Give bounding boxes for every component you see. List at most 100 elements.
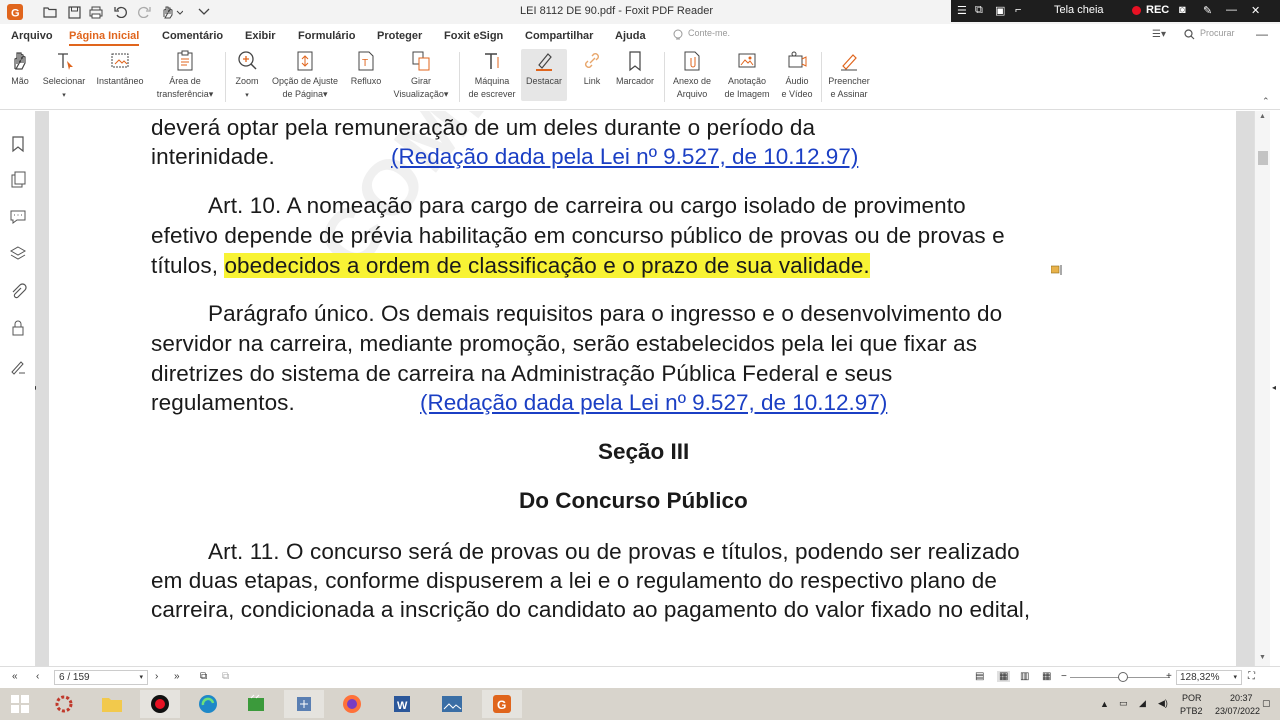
scroll-up-icon[interactable]: ▲ bbox=[1259, 113, 1266, 120]
word-icon[interactable]: W bbox=[382, 690, 422, 718]
pen-icon[interactable]: ✎ bbox=[1203, 4, 1212, 17]
tray-arrow-icon[interactable]: ▲ bbox=[1100, 699, 1109, 709]
last-page-icon[interactable]: » bbox=[174, 671, 180, 682]
image-viewer-icon[interactable] bbox=[432, 690, 472, 718]
search-input[interactable]: Procurar bbox=[1178, 28, 1235, 40]
previous-page-icon[interactable]: ‹ bbox=[36, 671, 39, 682]
windows-icon[interactable]: ⧉ bbox=[975, 4, 983, 17]
open-folder-icon[interactable] bbox=[42, 3, 58, 21]
security-panel-icon[interactable] bbox=[9, 319, 27, 337]
hand-dropdown-icon[interactable] bbox=[160, 3, 184, 21]
save-icon[interactable] bbox=[66, 3, 82, 21]
select-tool-button[interactable]: Selecionar ▾ bbox=[40, 49, 88, 102]
previous-view-icon[interactable]: ⧉ bbox=[200, 671, 207, 682]
zoom-in-icon[interactable]: + bbox=[1166, 671, 1172, 682]
amendment-link[interactable]: (Redação dada pela Lei nº 9.527, de 10.1… bbox=[391, 144, 858, 170]
screen-recorder-icon[interactable] bbox=[140, 690, 180, 718]
close-icon[interactable]: ✕ bbox=[1251, 4, 1260, 17]
layout-options-icon[interactable]: ☰▾ bbox=[1152, 29, 1166, 40]
reflow-button[interactable]: T Refluxo bbox=[347, 49, 385, 88]
zoom-dropdown-icon[interactable]: ▾ bbox=[1233, 671, 1237, 684]
zoom-level-input[interactable]: 128,32% ▾ bbox=[1176, 670, 1242, 685]
volume-icon[interactable]: ◀) bbox=[1158, 698, 1168, 709]
tell-me-input[interactable]: Conte-me. bbox=[670, 28, 742, 43]
pages-panel-icon[interactable] bbox=[9, 171, 27, 189]
scrollbar-thumb[interactable] bbox=[1258, 151, 1268, 165]
single-page-view-icon[interactable]: ▤ bbox=[975, 671, 984, 682]
comment-note-icon[interactable] bbox=[1051, 265, 1063, 275]
menu-icon[interactable]: ☰ bbox=[957, 4, 967, 17]
next-page-icon[interactable]: › bbox=[155, 671, 158, 682]
zoom-button[interactable]: Zoom ▾ bbox=[230, 49, 264, 102]
page-number-input[interactable]: 6 / 159 ▾ bbox=[54, 670, 148, 685]
highlighted-text[interactable]: obedecidos a ordem de classificação e o … bbox=[224, 253, 870, 278]
facing-view-icon[interactable]: ▥ bbox=[1020, 671, 1029, 682]
hand-tool-button[interactable]: Mão bbox=[6, 49, 34, 88]
minimize-icon[interactable]: — bbox=[1226, 4, 1237, 16]
menu-comentario[interactable]: Comentário bbox=[162, 30, 223, 42]
highlight-button[interactable]: Destacar bbox=[521, 49, 567, 101]
region-icon[interactable]: ▣ bbox=[995, 4, 1005, 17]
file-explorer-icon[interactable] bbox=[92, 690, 132, 718]
document-canvas[interactable]: COMPARTILHAR PARA deverá optar pela remu… bbox=[36, 111, 1254, 666]
first-page-icon[interactable]: « bbox=[12, 671, 18, 682]
menu-arquivo[interactable]: Arquivo bbox=[11, 30, 53, 42]
camera-icon[interactable]: ◙ bbox=[1179, 4, 1186, 16]
amendment-link[interactable]: (Redação dada pela Lei nº 9.527, de 10.1… bbox=[420, 390, 887, 416]
language-indicator[interactable]: POR bbox=[1182, 693, 1202, 703]
expand-right-panel-icon[interactable]: ◂ bbox=[1272, 383, 1276, 392]
keyboard-layout[interactable]: PTB2 bbox=[1180, 706, 1203, 716]
page-fit-button[interactable]: Opção de Ajuste de Página▾ bbox=[266, 49, 344, 101]
fullscreen-label[interactable]: Tela cheia bbox=[1054, 4, 1104, 16]
signature-panel-icon[interactable] bbox=[9, 357, 27, 375]
customize-quick-access-icon[interactable] bbox=[196, 3, 212, 21]
vertical-scrollbar[interactable]: ▲ ▼ bbox=[1254, 111, 1270, 666]
menu-proteger[interactable]: Proteger bbox=[377, 30, 422, 42]
virtualbox-icon[interactable] bbox=[284, 690, 324, 718]
crop-icon[interactable]: ⌐ bbox=[1015, 4, 1021, 16]
ribbon-collapse-icon[interactable]: ⌃ bbox=[1262, 96, 1270, 107]
edge-browser-icon[interactable] bbox=[188, 690, 228, 718]
undo-icon[interactable] bbox=[112, 3, 128, 21]
rec-label[interactable]: REC bbox=[1146, 4, 1169, 16]
print-icon[interactable] bbox=[88, 3, 104, 21]
video-editor-icon[interactable] bbox=[236, 690, 276, 718]
file-attachment-button[interactable]: Anexo de Arquivo bbox=[668, 49, 716, 101]
continuous-facing-view-icon[interactable]: ▦ bbox=[1042, 671, 1051, 682]
snapshot-button[interactable]: Instantâneo bbox=[93, 49, 147, 88]
bookmark-button[interactable]: Marcador bbox=[611, 49, 659, 88]
scroll-down-icon[interactable]: ▼ bbox=[1259, 654, 1266, 661]
menu-ajuda[interactable]: Ajuda bbox=[615, 30, 646, 42]
clipboard-button[interactable]: Área de transferência▾ bbox=[152, 49, 218, 101]
foxit-taskbar-icon[interactable]: G bbox=[482, 690, 522, 718]
continuous-view-icon[interactable]: ▦ bbox=[997, 671, 1011, 682]
menu-compartilhar[interactable]: Compartilhar bbox=[525, 30, 593, 42]
fullscreen-icon[interactable]: ⛶ bbox=[1248, 671, 1255, 682]
bookmarks-panel-icon[interactable] bbox=[9, 135, 27, 153]
link-button[interactable]: Link bbox=[576, 49, 608, 88]
zoom-out-icon[interactable]: − bbox=[1061, 671, 1067, 682]
menu-pagina-inicial[interactable]: Página Inicial bbox=[69, 30, 140, 46]
layers-panel-icon[interactable] bbox=[9, 245, 27, 263]
menu-exibir[interactable]: Exibir bbox=[245, 30, 276, 42]
page-dropdown-icon[interactable]: ▾ bbox=[139, 671, 143, 684]
menu-formulario[interactable]: Formulário bbox=[298, 30, 355, 42]
windows-start-icon[interactable] bbox=[0, 690, 40, 718]
firefox-icon[interactable] bbox=[332, 690, 372, 718]
collapse-ribbon-icon[interactable]: — bbox=[1256, 27, 1268, 41]
next-view-icon[interactable]: ⧉ bbox=[222, 671, 229, 682]
wifi-icon[interactable]: ◢ bbox=[1139, 698, 1146, 709]
network-icon[interactable]: ▭ bbox=[1119, 698, 1128, 709]
settings-gear-icon[interactable] bbox=[44, 690, 84, 718]
audio-video-button[interactable]: Áudio e Vídeo bbox=[777, 49, 817, 101]
redo-icon[interactable] bbox=[136, 3, 152, 21]
rotate-view-button[interactable]: Girar Visualização▾ bbox=[388, 49, 454, 101]
clock-date[interactable]: 23/07/2022 bbox=[1215, 706, 1260, 716]
notifications-icon[interactable]: ▢ bbox=[1262, 698, 1271, 709]
clock-time[interactable]: 20:37 bbox=[1230, 693, 1253, 703]
zoom-slider-thumb[interactable] bbox=[1118, 672, 1128, 682]
menu-foxit-esign[interactable]: Foxit eSign bbox=[444, 30, 503, 42]
pdf-page[interactable]: COMPARTILHAR PARA deverá optar pela remu… bbox=[49, 111, 1236, 666]
image-annotation-button[interactable]: Anotação de Imagem bbox=[720, 49, 774, 101]
typewriter-button[interactable]: Máquina de escrever bbox=[464, 49, 520, 101]
